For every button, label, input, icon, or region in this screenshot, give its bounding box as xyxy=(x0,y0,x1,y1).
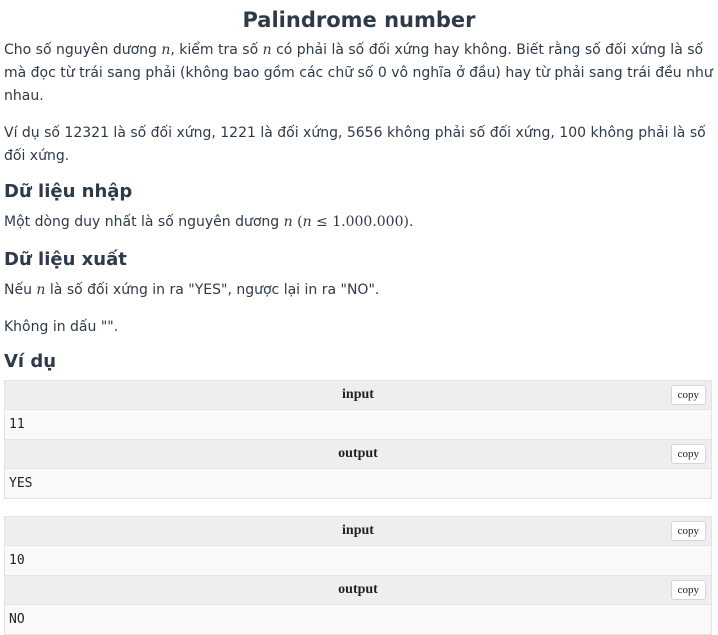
sample-output-label: output xyxy=(338,582,378,597)
output-note: Không in dấu "". xyxy=(4,319,119,335)
copy-output-button[interactable]: copy xyxy=(670,444,706,464)
problem-page: Palindrome number Cho số nguyên dương n,… xyxy=(0,6,718,635)
problem-statement: Cho số nguyên dương n, kiểm tra số n có … xyxy=(4,42,713,104)
examples-heading: Ví dụ xyxy=(4,351,57,372)
input-heading: Dữ liệu nhập xyxy=(4,181,133,202)
sample-test-2: input copy 10 output copy NO xyxy=(4,516,712,635)
copy-input-button[interactable]: copy xyxy=(670,521,706,541)
math-var-n: n xyxy=(262,42,272,58)
math-var-n: n xyxy=(283,214,293,230)
sample-input-label: input xyxy=(342,387,374,402)
sample-input-value: 10 xyxy=(5,546,711,576)
sample-output-header: output copy xyxy=(5,440,711,469)
sample-input-header: input copy xyxy=(5,381,711,410)
sample-output-label: output xyxy=(338,446,378,461)
sample-input-label: input xyxy=(342,523,374,538)
output-heading: Dữ liệu xuất xyxy=(4,249,127,270)
page-title: Palindrome number xyxy=(242,8,476,32)
sample-test-1: input copy 11 output copy YES xyxy=(4,380,712,499)
sample-output-value: NO xyxy=(5,605,711,634)
sample-output-header: output copy xyxy=(5,576,711,605)
math-var-n: n xyxy=(302,214,312,230)
sample-output-value: YES xyxy=(5,469,711,498)
input-description: Một dòng duy nhất là số nguyên dương n (… xyxy=(4,214,414,230)
output-description: Nếu n là số đối xứng in ra "YES", ngược … xyxy=(4,282,380,298)
example-description: Ví dụ số 12321 là số đối xứng, 1221 là đ… xyxy=(4,125,706,164)
sample-input-header: input copy xyxy=(5,517,711,546)
copy-input-button[interactable]: copy xyxy=(670,385,706,405)
copy-output-button[interactable]: copy xyxy=(670,580,706,600)
sample-input-value: 11 xyxy=(5,410,711,440)
